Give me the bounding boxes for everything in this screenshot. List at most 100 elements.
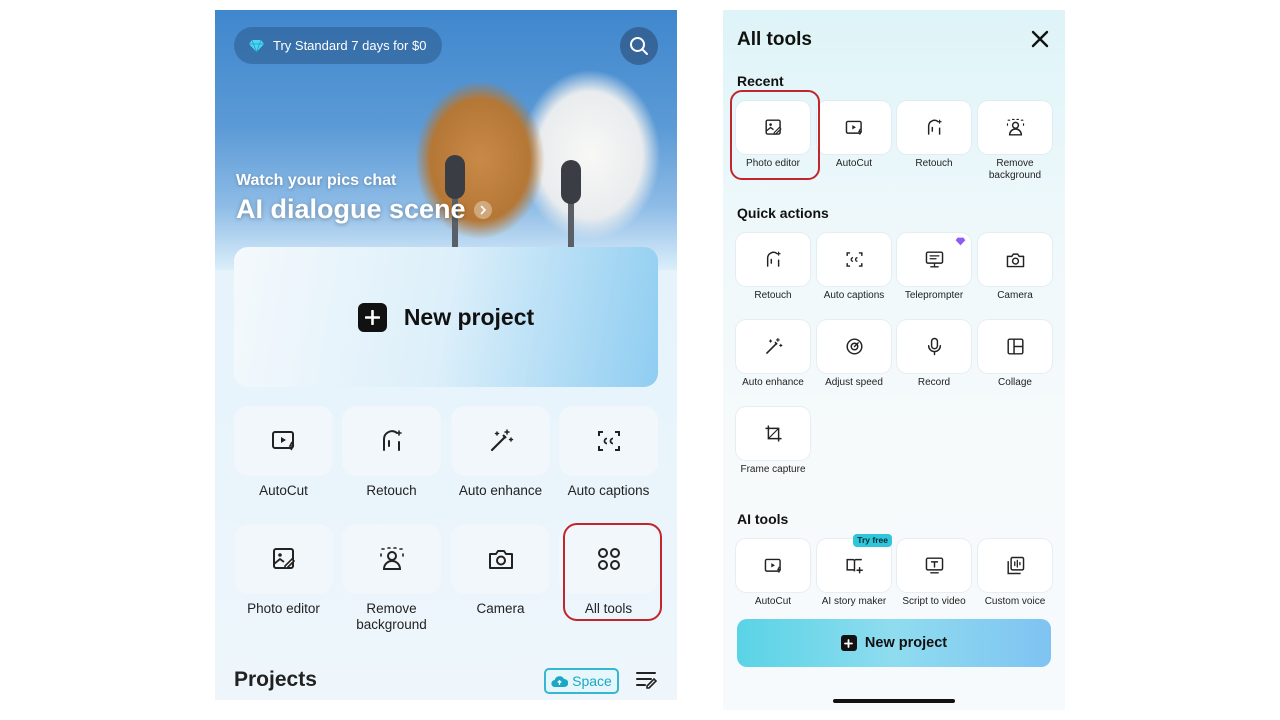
tool-label: Camera — [476, 601, 525, 616]
tool-tile — [736, 101, 810, 154]
new-project-label: New project — [864, 635, 948, 651]
hero-subtitle: Watch your pics chat — [236, 172, 397, 189]
try-free-badge: Try free — [853, 534, 892, 547]
tool-tile — [897, 101, 971, 154]
ai-custom-voice[interactable]: Custom voice — [978, 539, 1052, 608]
quick-record[interactable]: Record — [897, 320, 971, 389]
tool-label: Auto enhance — [742, 377, 804, 388]
grid-icon — [596, 546, 622, 572]
tool-tile — [817, 320, 891, 373]
close-button[interactable] — [1030, 29, 1050, 49]
tool-label: AI story maker — [821, 596, 887, 607]
sort-button[interactable] — [635, 670, 659, 690]
teleprompter-icon — [925, 250, 944, 269]
section-recent: Recent — [737, 73, 784, 89]
space-button[interactable]: Space — [544, 668, 619, 694]
tool-label: Photo editor — [247, 601, 320, 616]
close-icon — [1030, 29, 1050, 49]
home-indicator[interactable] — [833, 699, 955, 703]
tool-autocut[interactable]: AutoCut — [234, 406, 333, 499]
search-button[interactable] — [620, 27, 658, 65]
tool-tile — [342, 524, 441, 594]
magic-wand-icon — [764, 337, 783, 356]
chevron-right-icon — [473, 200, 492, 219]
plus-icon — [357, 302, 387, 332]
tool-tile — [897, 233, 971, 286]
tool-camera[interactable]: Camera — [451, 524, 550, 617]
tool-photo-editor[interactable]: Photo editor — [234, 524, 333, 617]
list-edit-icon — [635, 670, 659, 690]
tool-tile — [817, 101, 891, 154]
tool-label: Auto enhance — [458, 483, 543, 498]
microphone-left — [445, 155, 465, 199]
tool-tile — [897, 320, 971, 373]
tool-label: Teleprompter — [904, 290, 964, 301]
tool-tile — [234, 406, 333, 476]
tool-label: Retouch — [754, 290, 792, 301]
ai-script-to-video[interactable]: Script to video — [897, 539, 971, 608]
space-label: Space — [572, 673, 612, 689]
recent-remove-background[interactable]: Remove background — [978, 101, 1052, 181]
quick-frame-capture[interactable]: Frame capture — [736, 407, 810, 476]
quick-auto-captions[interactable]: Auto captions — [817, 233, 891, 302]
retouch-icon — [925, 118, 944, 137]
quick-adjust-speed[interactable]: Adjust speed — [817, 320, 891, 389]
custom-voice-icon — [1006, 556, 1025, 575]
quick-teleprompter[interactable]: Teleprompter — [897, 233, 971, 302]
tool-remove-background[interactable]: Remove background — [342, 524, 441, 632]
autocut-icon — [764, 557, 783, 575]
tool-all-tools[interactable]: All tools — [559, 524, 658, 617]
magic-wand-icon — [488, 428, 514, 454]
autocut-icon — [271, 429, 297, 453]
tool-tile — [736, 539, 810, 592]
search-icon — [629, 36, 649, 56]
trial-promo-button[interactable]: Try Standard 7 days for $0 — [234, 27, 443, 64]
photo-edit-icon — [271, 546, 297, 572]
tool-tile — [451, 406, 550, 476]
hero-title[interactable]: AI dialogue scene — [236, 194, 492, 225]
ai-story-maker[interactable]: Try free AI story maker — [817, 534, 892, 608]
tool-auto-captions[interactable]: Auto captions — [559, 406, 658, 499]
tool-auto-enhance[interactable]: Auto enhance — [451, 406, 550, 499]
tool-label: Auto captions — [567, 483, 650, 498]
tool-tile — [817, 233, 891, 286]
camera-icon — [488, 547, 514, 571]
ai-autocut[interactable]: AutoCut — [736, 539, 810, 608]
home-screen: Try Standard 7 days for $0 Watch your pi… — [215, 10, 677, 700]
quick-collage[interactable]: Collage — [978, 320, 1052, 389]
speed-icon — [845, 337, 864, 356]
recent-photo-editor[interactable]: Photo editor — [736, 101, 810, 170]
premium-diamond-icon — [955, 237, 966, 246]
quick-camera[interactable]: Camera — [978, 233, 1052, 302]
diamond-icon — [248, 39, 265, 53]
tool-tile — [978, 101, 1052, 154]
hero-banner[interactable]: Try Standard 7 days for $0 Watch your pi… — [215, 10, 677, 270]
tool-retouch[interactable]: Retouch — [342, 406, 441, 499]
remove-bg-icon — [1006, 118, 1025, 137]
autocut-icon — [845, 119, 864, 137]
story-maker-icon — [845, 556, 864, 575]
quick-retouch[interactable]: Retouch — [736, 233, 810, 302]
tool-tile — [342, 406, 441, 476]
quick-auto-enhance[interactable]: Auto enhance — [736, 320, 810, 389]
tool-label: All tools — [584, 601, 633, 616]
tool-label: Photo editor — [746, 158, 800, 169]
camera-icon — [1006, 251, 1025, 269]
section-quick-actions: Quick actions — [737, 205, 829, 221]
tool-label: AutoCut — [754, 596, 792, 607]
section-ai-tools: AI tools — [737, 511, 789, 527]
sheet-title: All tools — [737, 29, 812, 50]
microphone-right — [561, 160, 581, 204]
frame-capture-icon — [764, 424, 783, 443]
collage-icon — [1006, 337, 1025, 356]
microphone-icon — [925, 337, 944, 356]
tool-tile — [978, 539, 1052, 592]
tool-label: Adjust speed — [825, 377, 883, 388]
tool-tile — [559, 406, 658, 476]
recent-autocut[interactable]: AutoCut — [817, 101, 891, 170]
tool-tile — [897, 539, 971, 592]
remove-bg-icon — [379, 546, 405, 572]
recent-retouch[interactable]: Retouch — [897, 101, 971, 170]
new-project-button[interactable]: New project — [737, 619, 1051, 667]
new-project-button[interactable]: New project — [234, 247, 658, 387]
